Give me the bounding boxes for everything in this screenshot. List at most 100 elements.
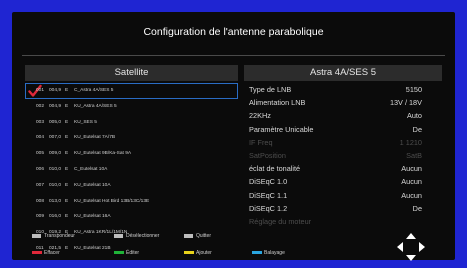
legend-quitter-label: Quitter bbox=[196, 233, 212, 239]
yellow-key-icon bbox=[184, 251, 194, 255]
legend-balayage[interactable]: Balayage bbox=[252, 250, 285, 257]
satellite-position: 013,0 bbox=[49, 198, 62, 204]
param-row: Réglage du moteur bbox=[244, 215, 442, 228]
legend-editer-label: Éditer bbox=[126, 250, 140, 256]
satellite-number: 009 bbox=[36, 214, 45, 220]
param-value: Aucun bbox=[401, 190, 422, 200]
satellite-row[interactable]: 008 013,0 E KU_Eutelsat Hot Bird 13B/13C/13… bbox=[25, 194, 238, 210]
param-value: De bbox=[412, 203, 422, 213]
param-label: Alimentation LNB bbox=[249, 98, 306, 108]
legend-ajouter-label: Ajouter bbox=[196, 250, 212, 256]
satellite-number: 007 bbox=[36, 182, 45, 188]
satellite-position: 004,9 bbox=[49, 103, 62, 109]
param-label: Paramètre Unicable bbox=[249, 124, 314, 134]
satellite-name: KU_Eutelsat 21B bbox=[74, 245, 111, 251]
legend-ajouter[interactable]: Ajouter bbox=[184, 250, 212, 257]
legend-deselectionner-label: Désélectionner bbox=[126, 233, 160, 239]
param-label: SatPosition bbox=[249, 150, 286, 160]
satellite-direction: E bbox=[65, 151, 69, 157]
satellite-direction: E bbox=[65, 119, 69, 125]
legend-transpondeur-label: Transpondeur bbox=[44, 233, 75, 239]
satellite-row[interactable]: 005 009,0 E KU_Eutelsat 9B/Ka-Sat 9A bbox=[25, 146, 238, 162]
antenna-config-screen: Configuration de l'antenne parabolique S… bbox=[12, 12, 455, 261]
satellite-direction: E bbox=[65, 88, 69, 93]
legend-effacer[interactable]: Effacer bbox=[32, 250, 60, 257]
satellite-list: 001 004,9 E C_Astra 4A/SES 5 002 004,9 E KU_Ast… bbox=[25, 83, 238, 257]
param-label: DiSEqC 1.2 bbox=[249, 203, 288, 213]
satellite-row[interactable]: 007 010,0 E KU_Eutelsat 10A bbox=[25, 178, 238, 194]
satellite-name: KU_Astra 4A/SES 5 bbox=[74, 103, 117, 109]
satellite-position: 009,0 bbox=[49, 151, 62, 157]
satellite-row[interactable]: 002 004,9 E KU_Astra 4A/SES 5 bbox=[25, 99, 238, 115]
param-label: DiSEqC 1.0 bbox=[249, 177, 288, 187]
satellite-number: 006 bbox=[36, 166, 45, 172]
param-row[interactable]: Paramètre Unicable De bbox=[244, 123, 442, 136]
title-divider bbox=[22, 55, 445, 56]
param-value: SatB bbox=[406, 150, 422, 160]
satellite-number: 001 bbox=[36, 88, 45, 93]
key-icon bbox=[184, 233, 193, 238]
satellite-row[interactable]: 004 007,0 E KU_Eutelsat 7A/7B bbox=[25, 130, 238, 146]
satellite-list-header: Satellite bbox=[25, 65, 238, 81]
param-value: De bbox=[412, 124, 422, 134]
param-value: Auto bbox=[406, 111, 422, 121]
satellite-number: 002 bbox=[36, 103, 45, 109]
green-key-icon bbox=[114, 251, 124, 255]
satellite-row[interactable]: 009 016,0 E KU_Eutelsat 16A bbox=[25, 209, 238, 225]
param-value: 1 1210 bbox=[399, 137, 422, 147]
red-key-icon bbox=[32, 251, 42, 255]
satellite-position: 016,0 bbox=[49, 214, 62, 220]
param-value: 13V / 18V bbox=[389, 98, 422, 108]
satellite-direction: E bbox=[65, 166, 69, 172]
selected-satellite-header: Astra 4A/SES 5 bbox=[244, 65, 442, 81]
satellite-name: KU_Eutelsat 10A bbox=[74, 182, 111, 188]
satellite-position: 010,0 bbox=[49, 166, 62, 172]
param-label: Type de LNB bbox=[249, 85, 292, 94]
satellite-name: KU_Eutelsat 9B/Ka-Sat 9A bbox=[74, 151, 132, 157]
param-row[interactable]: éclat de tonalité Aucun bbox=[244, 162, 442, 175]
param-row: SatPosition SatB bbox=[244, 149, 442, 162]
satellite-position: 004,9 bbox=[49, 88, 62, 93]
satellite-position: 007,0 bbox=[49, 135, 62, 141]
satellite-name: C_Astra 4A/SES 5 bbox=[74, 88, 114, 93]
legend-editer[interactable]: Éditer bbox=[114, 250, 139, 257]
satellite-direction: E bbox=[65, 198, 69, 204]
param-row[interactable]: DiSEqC 1.1 Aucun bbox=[244, 189, 442, 202]
key-icon bbox=[114, 233, 123, 238]
key-icon bbox=[32, 233, 41, 238]
param-row[interactable]: 22KHz Auto bbox=[244, 109, 442, 122]
satellite-number: 008 bbox=[36, 198, 45, 204]
satellite-name: KU_Eutelsat 16A bbox=[74, 214, 111, 220]
param-row[interactable]: Type de LNB 5150 bbox=[244, 83, 442, 96]
satellite-name: KU_Eutelsat Hot Bird 13B/13C/13E bbox=[74, 198, 150, 204]
blue-key-icon bbox=[252, 251, 262, 255]
param-row[interactable]: DiSEqC 1.0 Aucun bbox=[244, 175, 442, 188]
param-label: IF Freq bbox=[249, 137, 273, 147]
satellite-direction: E bbox=[65, 214, 69, 220]
param-value: 5150 bbox=[405, 85, 422, 94]
satellite-name: C_Eutelsat 10A bbox=[74, 166, 108, 172]
legend-transpondeur[interactable]: Transpondeur bbox=[32, 233, 75, 240]
legend-deselectionner[interactable]: Désélectionner bbox=[114, 233, 159, 240]
satellite-position: 010,0 bbox=[49, 182, 62, 188]
satellite-direction: E bbox=[65, 135, 69, 141]
satellite-direction: E bbox=[65, 182, 69, 188]
legend-balayage-label: Balayage bbox=[264, 250, 285, 256]
param-label: DiSEqC 1.1 bbox=[249, 190, 288, 200]
satellite-row[interactable]: 006 010,0 E C_Eutelsat 10A bbox=[25, 162, 238, 178]
legend-quitter[interactable]: Quitter bbox=[184, 233, 211, 240]
satellite-number: 004 bbox=[36, 135, 45, 141]
dpad-arrows-icon bbox=[397, 233, 425, 261]
satellite-row[interactable]: 003 005,0 E KU_SES 5 bbox=[25, 115, 238, 131]
param-label: éclat de tonalité bbox=[249, 164, 301, 174]
satellite-position: 005,0 bbox=[49, 119, 62, 125]
page-title: Configuration de l'antenne parabolique bbox=[143, 26, 324, 38]
satellite-number: 005 bbox=[36, 151, 45, 157]
param-row[interactable]: DiSEqC 1.2 De bbox=[244, 202, 442, 215]
param-value: Aucun bbox=[401, 164, 422, 174]
satellite-direction: E bbox=[65, 103, 69, 109]
param-row: IF Freq 1 1210 bbox=[244, 136, 442, 149]
param-row[interactable]: Alimentation LNB 13V / 18V bbox=[244, 96, 442, 109]
param-value: Aucun bbox=[401, 177, 422, 187]
satellite-row[interactable]: 001 004,9 E C_Astra 4A/SES 5 bbox=[25, 83, 238, 99]
